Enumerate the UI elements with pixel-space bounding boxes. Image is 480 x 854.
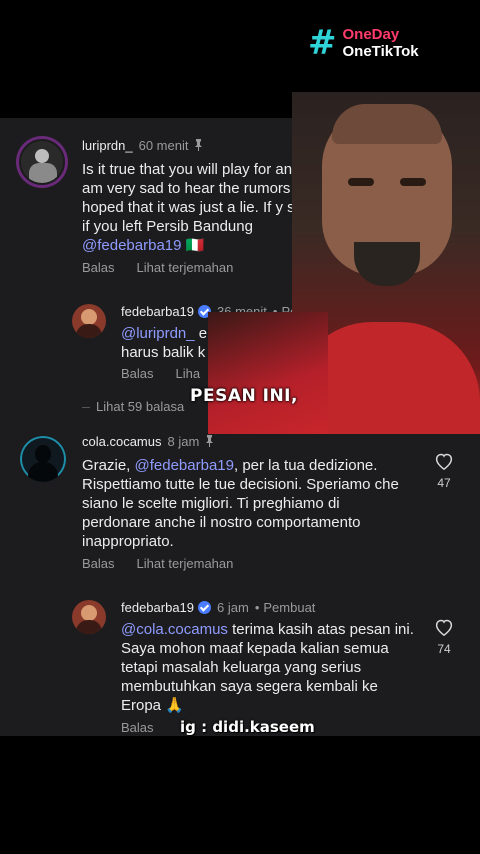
like-count: 47	[437, 476, 451, 490]
video-overlay-shoulder	[208, 312, 328, 434]
pin-icon	[195, 139, 203, 151]
comment-body: Is it true that you will play for an am …	[82, 160, 314, 255]
like-button[interactable]: 47	[432, 452, 456, 490]
comment-text-line-2: harus balik k	[121, 344, 206, 361]
like-button[interactable]: 74	[432, 618, 456, 656]
head-top	[332, 104, 442, 144]
reply-button[interactable]: Balas	[121, 720, 154, 735]
comment-actions: Balas Liha	[121, 366, 222, 381]
translate-button[interactable]: Lihat terjemahan	[137, 556, 234, 571]
username-link[interactable]: fedebarba19	[121, 304, 194, 319]
reply-button[interactable]: Balas	[82, 556, 115, 571]
avatar[interactable]	[72, 304, 106, 338]
heart-icon	[435, 619, 453, 636]
avatar[interactable]	[72, 600, 106, 634]
translate-button[interactable]: Lihat terjemahan	[137, 260, 234, 275]
comment-text: Is it true that you will play for an am …	[82, 161, 312, 235]
like-count: 74	[437, 642, 451, 656]
reply-button[interactable]: Balas	[121, 366, 154, 381]
pin-icon	[206, 435, 214, 447]
hash-icon: #	[308, 23, 337, 63]
video-caption: PESAN INI,	[190, 386, 298, 406]
mention-link[interactable]: @cola.cocamus	[121, 621, 228, 638]
translate-button[interactable]: Liha	[176, 366, 201, 381]
separator-dot: •	[254, 600, 260, 615]
view-replies-line	[82, 407, 90, 408]
mention-link[interactable]: @fedebarba19	[135, 457, 234, 474]
username-link[interactable]: fedebarba19	[121, 600, 194, 615]
brand-logo: # OneDay OneTikTok	[308, 26, 419, 60]
comment-actions: Balas	[121, 720, 176, 735]
comment-text-lead: Grazie,	[82, 457, 135, 474]
brand-wordmark: OneDay OneTikTok	[343, 26, 419, 60]
reply-button[interactable]: Balas	[82, 260, 115, 275]
comment-header: fedebarba19 6 jam • Pembuat	[121, 600, 315, 615]
comment-header: cola.cocamus 8 jam	[82, 434, 214, 449]
avatar[interactable]	[16, 136, 68, 188]
comment-time: 8 jam	[167, 434, 200, 449]
instagram-handle-caption: ig : didi.kaseem	[180, 718, 315, 736]
comment-time: 60 menit	[138, 138, 189, 153]
heart-icon	[435, 453, 453, 470]
comment-body: Grazie, @fedebarba19, per la tua dedizio…	[82, 456, 402, 551]
creator-badge: Pembuat	[263, 600, 316, 615]
avatar[interactable]	[20, 436, 66, 482]
username-link[interactable]: cola.cocamus	[82, 434, 161, 449]
brand-line-2: OneTikTok	[342, 43, 419, 60]
verified-icon	[198, 601, 212, 614]
brand-line-1: OneDay	[342, 26, 400, 43]
view-replies-button[interactable]: Lihat 59 balasa	[96, 399, 184, 414]
mention-link[interactable]: @fedebarba19	[82, 237, 181, 254]
beard-shape	[354, 242, 420, 286]
flag-emoji: 🇮🇹	[185, 237, 205, 254]
avatar-photo	[19, 139, 65, 185]
comment-time: 6 jam	[217, 600, 249, 615]
mention-link[interactable]: @luriprdn_	[121, 325, 195, 342]
comment-actions: Balas Lihat terjemahan	[82, 260, 255, 275]
comment-actions: Balas Lihat terjemahan	[82, 556, 255, 571]
comment-body: @cola.cocamus terima kasih atas pesan in…	[121, 620, 421, 715]
username-link[interactable]: luriprdn_	[82, 138, 133, 153]
comment-header: luriprdn_ 60 menit	[82, 138, 203, 153]
